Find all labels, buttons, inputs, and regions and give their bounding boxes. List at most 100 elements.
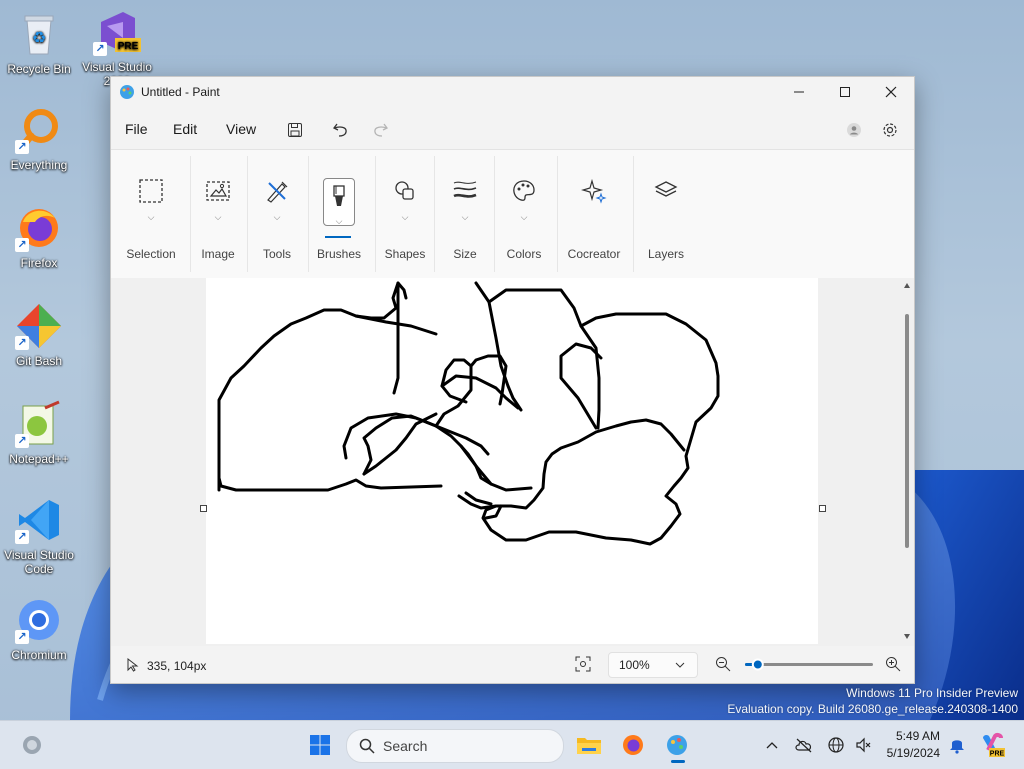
canvas-resize-handle-right[interactable] (819, 505, 826, 512)
desktop-icon-firefox[interactable]: ↗ Firefox (0, 204, 78, 270)
clock-date[interactable]: 5/19/2024 (880, 746, 940, 760)
ribbon-label: Size (453, 247, 477, 261)
ribbon-image[interactable]: ⌵ Image (191, 150, 245, 278)
weather-icon (23, 736, 41, 754)
zoom-value: 100% (619, 658, 650, 672)
folder-icon (577, 738, 601, 754)
taskbar-paint[interactable] (661, 729, 693, 763)
zoom-out-button[interactable] (715, 656, 731, 677)
onedrive-button[interactable] (788, 729, 820, 761)
settings-button[interactable] (876, 118, 904, 142)
ribbon-selection[interactable]: ⌵ Selection (117, 150, 185, 278)
chevron-down-icon: ⌵ (335, 216, 343, 226)
brush-icon (333, 185, 345, 206)
search-placeholder: Search (383, 738, 428, 754)
account-icon (847, 123, 861, 137)
minimize-button[interactable] (776, 77, 822, 107)
zoom-slider[interactable] (743, 654, 875, 674)
taskbar: Search 5:49 AM 5/19/2024 PRE (0, 720, 1024, 769)
undo-icon (333, 123, 347, 137)
desktop-icon-label: Git Bash (15, 354, 63, 368)
ribbon-separator (557, 156, 558, 272)
maximize-button[interactable] (822, 77, 868, 107)
pre-badge: PRE (990, 751, 1005, 758)
ribbon-label: Brushes (316, 247, 362, 261)
menu-view[interactable]: View (226, 121, 256, 137)
desktop-icon-label: Firefox (20, 256, 58, 270)
redo-button[interactable] (366, 118, 394, 142)
desktop-icon-git-bash[interactable]: ↗ Git Bash (0, 302, 78, 368)
zoom-in-icon (886, 657, 901, 672)
ribbon-cocreator[interactable]: Cocreator (559, 150, 629, 278)
chevron-up-icon (766, 742, 778, 749)
desktop-icon-label: Visual Studio Code (4, 548, 74, 576)
close-button[interactable] (868, 77, 914, 107)
zoom-in-button[interactable] (885, 656, 901, 677)
chevron-down-icon (675, 662, 685, 668)
taskbar-firefox[interactable] (617, 729, 649, 761)
desktop-icon-label: Chromium (11, 648, 67, 662)
chevron-down-icon: ⌵ (147, 212, 155, 222)
tools-icon (267, 181, 288, 203)
ribbon-label: Layers (647, 247, 685, 261)
desktop-icon-everything[interactable]: ↗ Everything (0, 106, 78, 172)
size-icon (453, 181, 477, 198)
title-bar[interactable]: Untitled - Paint (111, 77, 914, 107)
ribbon-size[interactable]: ⌵ Size (437, 150, 493, 278)
vertical-scrollbar[interactable] (901, 278, 913, 646)
fit-screen-icon (575, 656, 591, 672)
taskbar-search[interactable]: Search (346, 729, 564, 763)
ribbon-colors[interactable]: ⌵ Colors (495, 150, 553, 278)
windows-logo-icon (310, 735, 330, 755)
ribbon-tools[interactable]: ⌵ Tools (249, 150, 305, 278)
cursor-coordinates: 335, 104px (147, 659, 207, 673)
ribbon-brushes[interactable]: ⌵ Brushes (309, 150, 369, 278)
shapes-icon (395, 181, 414, 200)
widgets-button[interactable] (16, 729, 48, 761)
taskbar-file-explorer[interactable] (573, 729, 605, 761)
active-app-indicator (671, 760, 685, 763)
minimize-icon (794, 91, 804, 93)
ribbon-label: Colors (506, 247, 542, 261)
save-button[interactable] (281, 118, 309, 142)
desktop-icon-chromium[interactable]: ↗ Chromium (0, 596, 78, 662)
chevron-down-icon: ⌵ (520, 212, 528, 222)
ribbon-label: Shapes (384, 247, 426, 261)
undo-button[interactable] (327, 118, 355, 142)
fit-to-window-button[interactable] (575, 656, 591, 677)
desktop-icon-label: Recycle Bin (7, 62, 71, 76)
zoom-dropdown[interactable]: 100% (608, 652, 698, 678)
desktop-icon-notepad-plus-plus[interactable]: ↗ Notepad++ (0, 400, 78, 466)
start-button[interactable] (304, 729, 336, 761)
menu-file[interactable]: File (125, 121, 148, 137)
freehand-drawing (217, 281, 720, 546)
shortcut-arrow-icon: ↗ (15, 238, 29, 252)
desktop-icon-recycle-bin[interactable]: ♻ Recycle Bin (0, 10, 78, 76)
slider-thumb[interactable] (751, 658, 764, 671)
shortcut-arrow-icon: ↗ (15, 530, 29, 544)
clock-time[interactable]: 5:49 AM (888, 729, 940, 743)
notifications-button[interactable] (941, 729, 973, 761)
ribbon-label: Image (201, 247, 235, 261)
speaker-muted-icon (856, 737, 871, 753)
ribbon-separator (247, 156, 248, 272)
drawing-canvas[interactable] (206, 278, 818, 644)
scroll-thumb (905, 314, 909, 548)
close-icon (885, 86, 897, 98)
ribbon-label: Selection (126, 247, 176, 261)
canvas-resize-handle-left[interactable] (200, 505, 207, 512)
recycle-bin-icon: ♻ (24, 15, 54, 55)
account-button[interactable] (840, 118, 868, 142)
ribbon-toolbar: ⌵ Selection ⌵ Image ⌵ Tools ⌵ Brushes ⌵ … (111, 149, 914, 279)
canvas-area[interactable] (111, 278, 914, 646)
ribbon-layers[interactable]: Layers (635, 150, 697, 278)
pre-badge: PRE (118, 41, 139, 52)
volume-button[interactable] (848, 729, 880, 761)
show-hidden-icons-button[interactable] (756, 729, 788, 761)
ribbon-separator (375, 156, 376, 272)
copilot-button[interactable]: PRE (976, 729, 1008, 761)
menu-edit[interactable]: Edit (173, 121, 197, 137)
desktop-icon-vscode[interactable]: ↗ Visual Studio Code (0, 496, 78, 576)
ribbon-shapes[interactable]: ⌵ Shapes (377, 150, 433, 278)
paint-window[interactable]: Untitled - Paint File Edit View ⌵ Select… (110, 76, 915, 684)
